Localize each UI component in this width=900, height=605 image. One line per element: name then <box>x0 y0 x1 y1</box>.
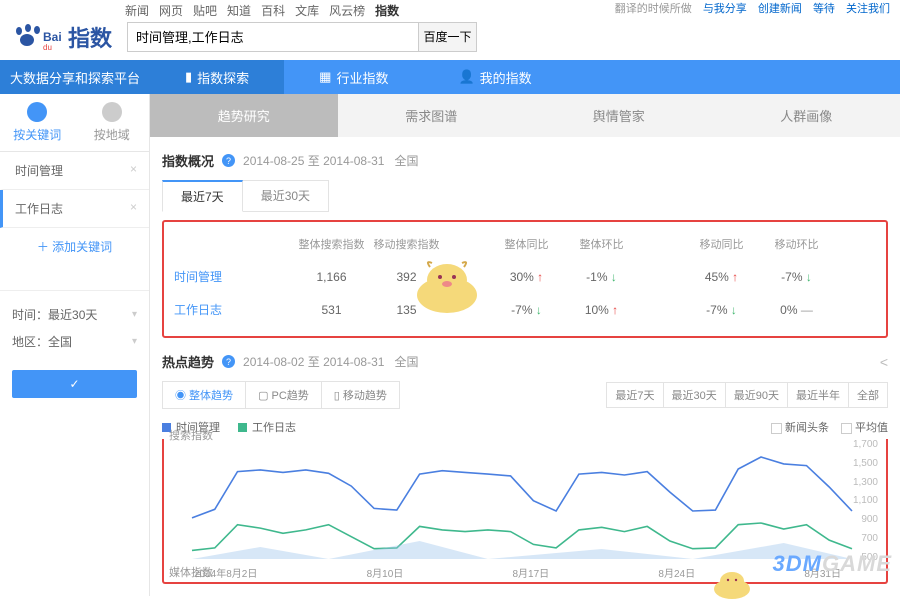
period-tab-0[interactable]: 最近7天 <box>162 180 243 212</box>
table-row: 时间管理1,16639230% ↑-1% ↓45% ↑-7% ↓ <box>174 260 876 293</box>
chart-type-1[interactable]: ▢ PC趋势 <box>246 381 322 409</box>
bar-icon: ▮ <box>185 69 192 85</box>
region-label: 地区： <box>12 333 48 350</box>
info-icon[interactable]: ? <box>222 154 235 167</box>
overview-section: 指数概况 ? 2014-08-25 至 2014-08-31 全国 最近7天最近… <box>162 151 888 338</box>
nav-item-2[interactable]: 👤我的指数 <box>423 60 566 94</box>
greeting: 翻译的时候所做 <box>615 3 692 15</box>
overview-region: 全国 <box>394 152 418 169</box>
share-icon[interactable]: < <box>880 354 888 370</box>
chart-range-0[interactable]: 最近7天 <box>606 382 663 408</box>
svg-text:Bai: Bai <box>43 30 62 44</box>
platform-label: 大数据分享和探索平台 <box>0 60 150 94</box>
trend-title: 热点趋势 <box>162 352 214 371</box>
search-box: 百度一下 <box>127 22 477 52</box>
header: Bai du 指数 百度一下 <box>0 18 900 60</box>
keyword-link[interactable]: 工作日志 <box>174 301 294 318</box>
top-link-3[interactable]: 等待 <box>813 3 835 15</box>
category-link[interactable]: 指数 <box>375 4 399 18</box>
close-icon[interactable]: × <box>130 200 137 217</box>
region-value: 全国 <box>48 333 72 350</box>
chart-range-2[interactable]: 最近90天 <box>726 382 788 408</box>
category-link[interactable]: 网页 <box>159 4 183 18</box>
region-filter[interactable]: 地区： 全国 ▾ <box>12 328 137 355</box>
grid-icon: ▦ <box>319 69 331 85</box>
keyword-item[interactable]: 工作日志× <box>0 190 149 228</box>
overview-table: 整体搜索指数 移动搜索指数 整体同比 整体环比 移动同比 移动环比 时间管理1,… <box>162 220 888 338</box>
mascot-small-icon <box>710 569 755 599</box>
logo-text: 指数 <box>68 21 112 53</box>
col-header: 移动环比 <box>759 236 834 252</box>
category-link[interactable]: 文库 <box>295 4 319 18</box>
mascot-icon <box>410 255 485 315</box>
category-link[interactable]: 百科 <box>261 4 285 18</box>
category-link[interactable]: 新闻 <box>125 4 149 18</box>
tab-icon <box>102 102 122 122</box>
svg-text:du: du <box>43 43 52 51</box>
add-keyword-button[interactable]: ＋ 添加关键词 <box>0 228 149 265</box>
category-link[interactable]: 风云榜 <box>329 4 365 18</box>
overview-title: 指数概况 <box>162 151 214 170</box>
period-tab-1[interactable]: 最近30天 <box>243 180 329 212</box>
top-link-1[interactable]: 与我分享 <box>703 3 747 15</box>
main-nav: 大数据分享和探索平台 ▮指数探索▦行业指数👤我的指数 <box>0 60 900 94</box>
info-icon[interactable]: ? <box>222 355 235 368</box>
chart-range-3[interactable]: 最近半年 <box>788 382 849 408</box>
nav-item-1[interactable]: ▦行业指数 <box>284 60 423 94</box>
table-row: 工作日志531135-7% ↓10% ↑-7% ↓0% — <box>174 293 876 326</box>
category-link[interactable]: 贴吧 <box>193 4 217 18</box>
top-link-4[interactable]: 关注我们 <box>846 3 890 15</box>
nav-item-0[interactable]: ▮指数探索 <box>150 60 284 94</box>
user-icon: 👤 <box>458 69 474 85</box>
top-link-2[interactable]: 创建新闻 <box>758 3 802 15</box>
chart-type-0[interactable]: ◉ 整体趋势 <box>162 381 246 409</box>
col-header: 整体环比 <box>564 236 639 252</box>
sidebar: 按关键词按地域 时间管理×工作日志× ＋ 添加关键词 时间： 最近30天 ▾ 地… <box>0 94 150 596</box>
trend-date: 2014-08-02 至 2014-08-31 <box>243 353 384 370</box>
tab-icon <box>27 102 47 122</box>
sub-tab-2[interactable]: 舆情管家 <box>525 94 713 137</box>
sub-tab-0[interactable]: 趋势研究 <box>150 94 338 137</box>
chart-type-2[interactable]: ▯ 移动趋势 <box>322 381 400 409</box>
col-header: 移动搜索指数 <box>369 236 444 252</box>
col-header: 移动同比 <box>684 236 759 252</box>
confirm-button[interactable]: ✓ <box>12 370 137 398</box>
content: 趋势研究需求图谱舆情管家人群画像 指数概况 ? 2014-08-25 至 201… <box>150 94 900 596</box>
search-input[interactable] <box>128 23 418 51</box>
keyword-link[interactable]: 时间管理 <box>174 268 294 285</box>
keyword-item[interactable]: 时间管理× <box>0 152 149 190</box>
sub-tab-1[interactable]: 需求图谱 <box>338 94 526 137</box>
time-filter[interactable]: 时间： 最近30天 ▾ <box>12 301 137 328</box>
category-link[interactable]: 知道 <box>227 4 251 18</box>
close-icon[interactable]: × <box>130 162 137 179</box>
chevron-down-icon: ▾ <box>132 309 137 320</box>
col-header: 整体搜索指数 <box>294 236 369 252</box>
chart-range-4[interactable]: 全部 <box>849 382 888 408</box>
trend-section: 热点趋势 ? 2014-08-02 至 2014-08-31 全国 < ◉ 整体… <box>162 352 888 584</box>
area-label: 媒体指数 <box>169 564 213 580</box>
legend-item: 工作日志 <box>238 419 296 435</box>
chevron-down-icon: ▾ <box>132 336 137 347</box>
trend-region: 全国 <box>394 353 418 370</box>
category-nav: 新闻网页贴吧知道百科文库风云榜指数 <box>125 2 409 19</box>
logo[interactable]: Bai du 指数 <box>10 21 112 53</box>
legend-checkbox[interactable]: 平均值 <box>841 419 888 435</box>
legend-checkbox[interactable]: 新闻头条 <box>771 419 829 435</box>
sub-tab-3[interactable]: 人群画像 <box>713 94 900 137</box>
time-value: 最近30天 <box>48 306 97 323</box>
baidu-logo-icon: Bai du <box>10 23 66 51</box>
overview-date: 2014-08-25 至 2014-08-31 <box>243 152 384 169</box>
side-tab-0[interactable]: 按关键词 <box>0 94 75 151</box>
check-icon: ✓ <box>69 377 79 391</box>
search-button[interactable]: 百度一下 <box>418 23 476 51</box>
side-tab-1[interactable]: 按地域 <box>75 94 150 151</box>
chart-range-1[interactable]: 最近30天 <box>664 382 726 408</box>
time-label: 时间： <box>12 306 48 323</box>
watermark: 3DMGAME <box>773 551 892 577</box>
col-header: 整体同比 <box>489 236 564 252</box>
